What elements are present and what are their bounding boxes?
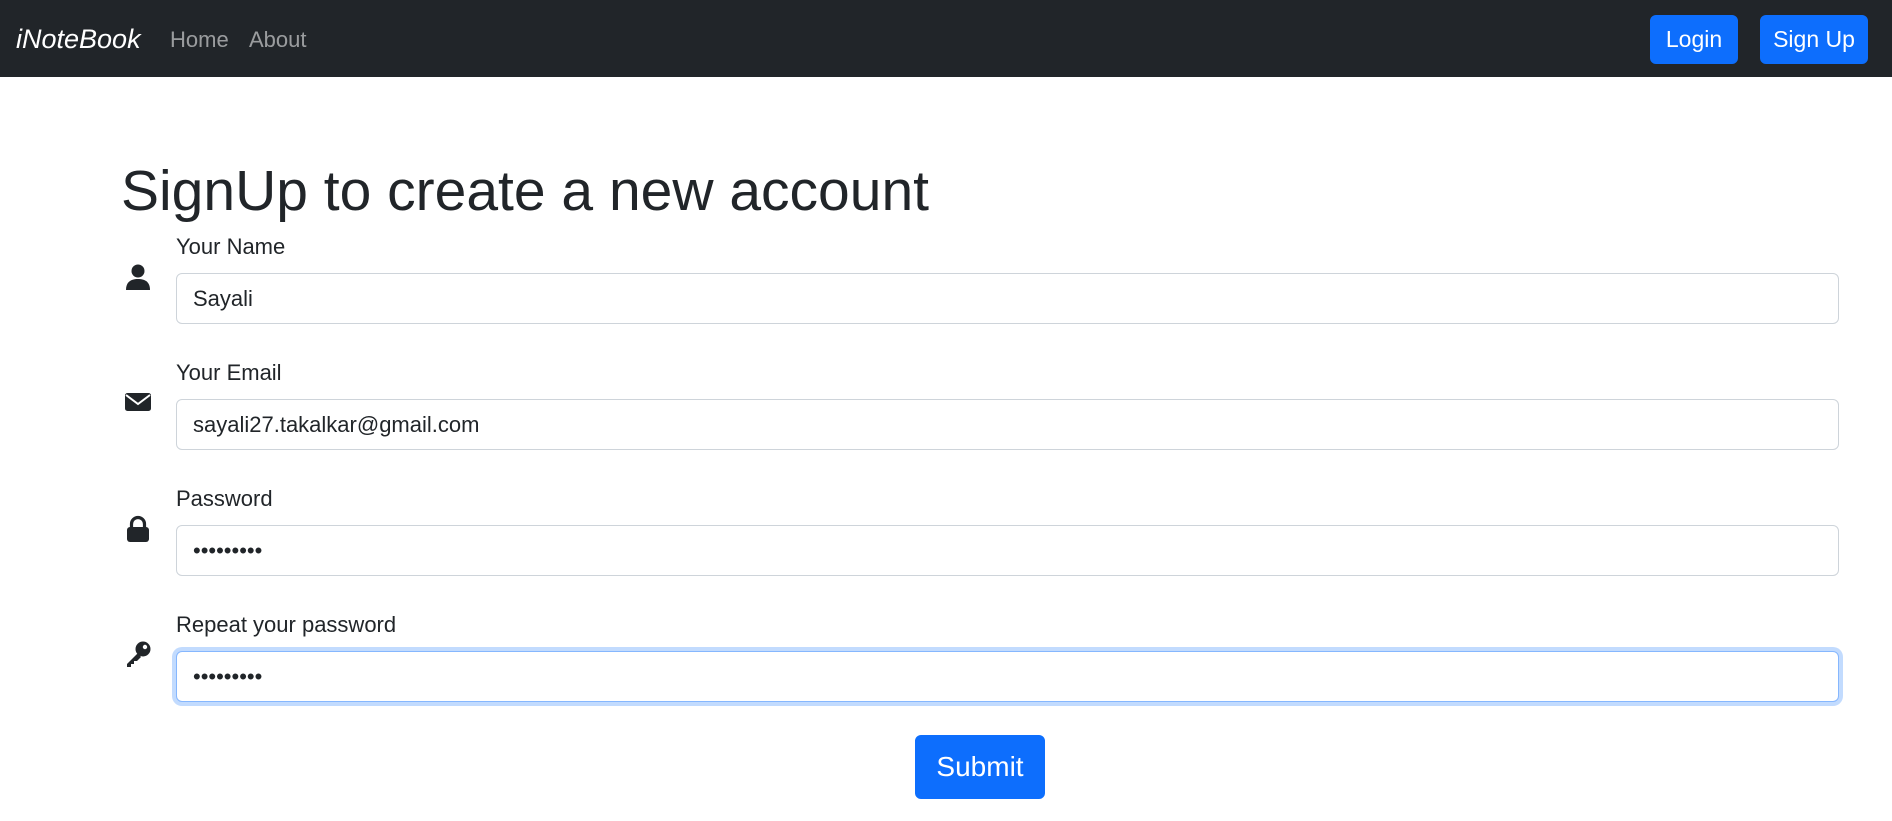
name-label: Your Name <box>176 234 286 259</box>
email-input[interactable] <box>176 399 1839 450</box>
brand-logo[interactable]: iNoteBook <box>16 22 141 56</box>
envelope-icon <box>123 387 153 417</box>
login-button[interactable]: Login <box>1650 15 1738 64</box>
password-input[interactable] <box>176 525 1839 576</box>
submit-button[interactable]: Submit <box>915 735 1045 799</box>
signup-button[interactable]: Sign Up <box>1760 15 1868 64</box>
nav-link-home[interactable]: Home <box>170 25 229 55</box>
page-title: SignUp to create a new account <box>121 159 929 223</box>
repeat-password-label: Repeat your password <box>176 612 397 637</box>
user-icon <box>123 262 153 292</box>
nav-link-about[interactable]: About <box>249 25 307 55</box>
lock-icon <box>123 514 153 544</box>
key-icon <box>123 639 153 669</box>
repeat-password-input[interactable] <box>176 651 1839 702</box>
name-input[interactable] <box>176 273 1839 324</box>
navbar: iNoteBook Home About Login Sign Up <box>0 0 1892 77</box>
email-label: Your Email <box>176 360 282 385</box>
password-label: Password <box>176 486 273 511</box>
